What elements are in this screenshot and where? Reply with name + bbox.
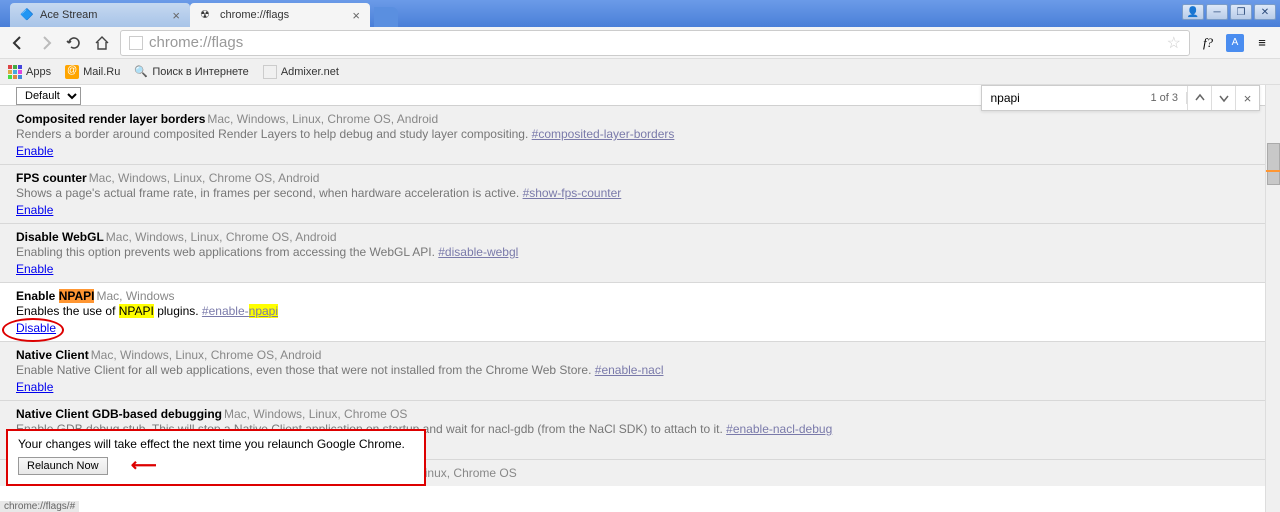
titlebar: 🔷 Ace Stream × ☢ chrome://flags × 👤 ─ ❐ …	[0, 0, 1280, 27]
user-icon[interactable]: 👤	[1182, 4, 1204, 20]
toolbar: chrome://flags ☆ f? A ≡	[0, 27, 1280, 59]
disable-circle: Disable	[16, 321, 56, 335]
flag-item-npapi: Enable NPAPIMac, Windows Enables the use…	[0, 283, 1280, 342]
window-controls: 👤 ─ ❐ ✕	[1182, 4, 1276, 20]
flag-item: Composited render layer bordersMac, Wind…	[0, 106, 1280, 165]
back-button[interactable]	[8, 33, 28, 53]
close-icon[interactable]: ×	[172, 8, 180, 23]
find-next-button[interactable]	[1211, 86, 1235, 110]
flag-hash-link[interactable]: #disable-webgl	[438, 245, 518, 259]
disable-link[interactable]: Disable	[16, 321, 56, 335]
scroll-thumb[interactable]	[1267, 143, 1280, 185]
tab-favicon: ☢	[200, 8, 214, 22]
relaunch-button[interactable]: Relaunch Now	[18, 457, 108, 475]
new-tab-button[interactable]	[374, 7, 398, 27]
find-close-button[interactable]: ×	[1235, 86, 1259, 110]
tab-strip: 🔷 Ace Stream × ☢ chrome://flags ×	[0, 3, 398, 27]
close-icon[interactable]: ×	[352, 8, 360, 23]
forward-button[interactable]	[36, 33, 56, 53]
find-prev-button[interactable]	[1187, 86, 1211, 110]
tab-favicon: 🔷	[20, 8, 34, 22]
bookmarks-bar: Apps @Mail.Ru 🔍Поиск в Интернете Admixer…	[0, 59, 1280, 85]
highlight-active: NPAPI	[59, 289, 95, 303]
tab-ace-stream[interactable]: 🔷 Ace Stream ×	[10, 3, 190, 27]
highlight: NPAPI	[119, 304, 154, 318]
status-bar: chrome://flags/#	[0, 501, 79, 512]
enable-link[interactable]: Enable	[16, 380, 53, 394]
bookmark-admixer[interactable]: Admixer.net	[263, 65, 339, 79]
tab-title: Ace Stream	[40, 9, 97, 21]
enable-link[interactable]: Enable	[16, 144, 53, 158]
bookmark-star-icon[interactable]: ☆	[1167, 33, 1181, 53]
page-icon	[263, 65, 277, 79]
flag-hash-link[interactable]: #composited-layer-borders	[532, 127, 675, 141]
enable-link[interactable]: Enable	[16, 203, 53, 217]
tab-flags[interactable]: ☢ chrome://flags ×	[190, 3, 370, 27]
page-content: Default 1 of 3 × Composited render layer…	[0, 85, 1280, 500]
maximize-button[interactable]: ❐	[1230, 4, 1252, 20]
relaunch-banner: Your changes will take effect the next t…	[6, 429, 426, 486]
flag-item: Native ClientMac, Windows, Linux, Chrome…	[0, 342, 1280, 401]
minimize-button[interactable]: ─	[1206, 4, 1228, 20]
flag-item: FPS counterMac, Windows, Linux, Chrome O…	[0, 165, 1280, 224]
enable-link[interactable]: Enable	[16, 262, 53, 276]
home-button[interactable]	[92, 33, 112, 53]
reload-button[interactable]	[64, 33, 84, 53]
find-marker	[1266, 170, 1280, 172]
flag-hash-link[interactable]: #show-fps-counter	[523, 186, 622, 200]
apps-icon	[8, 65, 22, 79]
apps-button[interactable]: Apps	[8, 65, 51, 79]
find-bar: 1 of 3 ×	[981, 85, 1260, 111]
flag-hash-link[interactable]: #enable-npapi	[202, 304, 278, 318]
relaunch-text: Your changes will take effect the next t…	[18, 437, 414, 451]
arrow-annotation: ⟵	[131, 455, 157, 476]
address-bar[interactable]: chrome://flags ☆	[120, 30, 1190, 56]
translate-icon[interactable]: A	[1226, 34, 1244, 52]
flag-hash-link[interactable]: #enable-nacl	[595, 363, 664, 377]
flag-item: Disable WebGLMac, Windows, Linux, Chrome…	[0, 224, 1280, 283]
bookmark-search[interactable]: 🔍Поиск в Интернете	[134, 65, 248, 79]
page-icon	[129, 36, 143, 50]
scrollbar[interactable]	[1265, 85, 1280, 512]
find-count: 1 of 3	[1142, 92, 1187, 104]
address-text: chrome://flags	[149, 34, 1167, 51]
flag-hash-link[interactable]: #enable-nacl-debug	[726, 422, 832, 436]
bookmark-icon: @	[65, 65, 79, 79]
profile-select[interactable]: Default	[16, 87, 81, 105]
find-input[interactable]	[982, 87, 1142, 109]
tab-title: chrome://flags	[220, 9, 289, 21]
extension-fq[interactable]: f?	[1198, 33, 1218, 53]
menu-icon[interactable]: ≡	[1252, 33, 1272, 53]
close-button[interactable]: ✕	[1254, 4, 1276, 20]
search-icon: 🔍	[134, 65, 148, 79]
bookmark-mailru[interactable]: @Mail.Ru	[65, 65, 120, 79]
